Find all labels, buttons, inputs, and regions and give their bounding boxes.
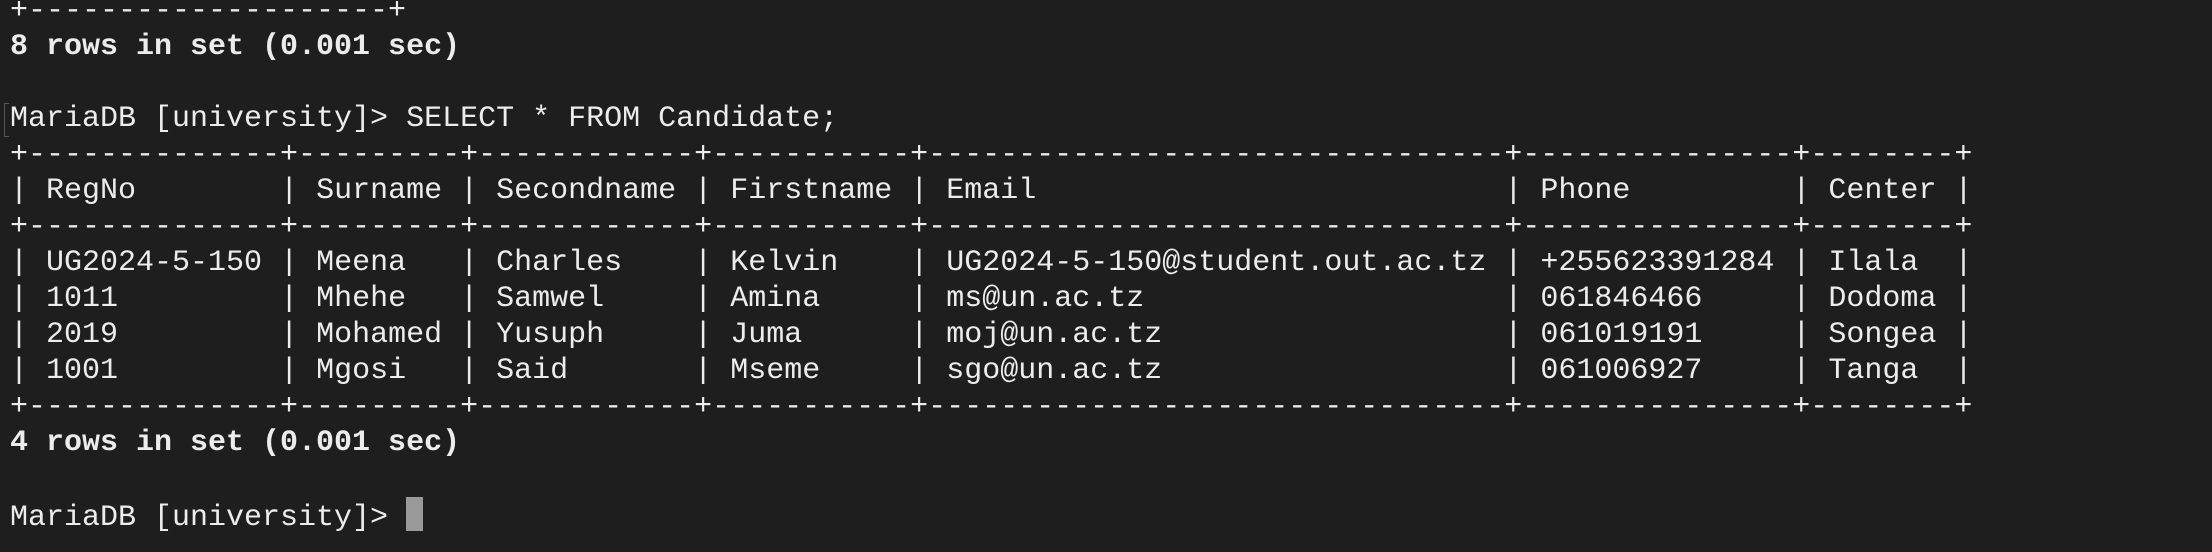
table-cell: UG2024-5-150@student.out.ac.tz: [928, 246, 1505, 280]
table-cell: Mohamed: [298, 318, 461, 352]
table-cell: ms@un.ac.tz: [928, 282, 1505, 316]
command-line: MariaDB [university]> SELECT * FROM Cand…: [4, 101, 1972, 137]
terminal-output: +--------------------+ 8 rows in set (0.…: [4, 0, 1972, 535]
table-cell: Meena: [298, 246, 461, 280]
table-cell: UG2024-5-150: [28, 246, 281, 280]
table-row: | 1001 | Mgosi | Said | Mseme | sgo@un.a…: [10, 354, 1973, 388]
column-header: Firstname: [712, 174, 911, 208]
table-cell: Yusuph: [478, 318, 695, 352]
table-cell: +255623391284: [1522, 246, 1793, 280]
prev-table-border: +--------------------+: [10, 0, 407, 28]
table-cell: Mseme: [712, 354, 911, 388]
column-header: Secondname: [478, 174, 695, 208]
table-cell: Songea: [1810, 318, 1955, 352]
table-cell: Charles: [478, 246, 695, 280]
table-cell: Mgosi: [298, 354, 461, 388]
prompt: MariaDB [university]>: [10, 501, 407, 535]
table-row: | UG2024-5-150 | Meena | Charles | Kelvi…: [10, 246, 1973, 280]
table-cell: 1011: [28, 282, 281, 316]
table-cell: Said: [478, 354, 695, 388]
cursor[interactable]: [406, 497, 424, 531]
column-header: Phone: [1522, 174, 1793, 208]
command-text: SELECT * FROM Candidate;: [406, 102, 839, 136]
table-cell: Mhehe: [298, 282, 461, 316]
table-cell: sgo@un.ac.tz: [928, 354, 1505, 388]
column-header: Center: [1810, 174, 1955, 208]
table-cell: Tanga: [1810, 354, 1955, 388]
table-cell: 1001: [28, 354, 281, 388]
table-cell: Ilala: [1810, 246, 1955, 280]
table-border: +--------------+---------+------------+-…: [10, 390, 1973, 424]
input-line[interactable]: MariaDB [university]>: [10, 497, 1972, 535]
table-cell: Samwel: [478, 282, 695, 316]
table-cell: Kelvin: [712, 246, 911, 280]
table-cell: Juma: [712, 318, 911, 352]
column-header: RegNo: [28, 174, 281, 208]
table-row: | 2019 | Mohamed | Yusuph | Juma | moj@u…: [10, 318, 1973, 352]
table-cell: Dodoma: [1810, 282, 1955, 316]
result-table: +--------------+---------+------------+-…: [10, 137, 1972, 425]
table-cell: 061006927: [1522, 354, 1793, 388]
table-cell: Amina: [712, 282, 911, 316]
table-border: +--------------+---------+------------+-…: [10, 210, 1973, 244]
table-cell: 061019191: [1522, 318, 1793, 352]
prev-result-status: 8 rows in set (0.001 sec): [10, 30, 461, 64]
table-cell: moj@un.ac.tz: [928, 318, 1505, 352]
table-header: | RegNo | Surname | Secondname | Firstna…: [10, 174, 1973, 208]
table-cell: 061846466: [1522, 282, 1793, 316]
prompt: MariaDB [university]>: [10, 102, 407, 136]
table-cell: 2019: [28, 318, 281, 352]
result-status: 4 rows in set (0.001 sec): [10, 426, 461, 460]
column-header: Email: [928, 174, 1505, 208]
table-border: +--------------+---------+------------+-…: [10, 138, 1973, 172]
marker-icon: [4, 103, 9, 137]
table-row: | 1011 | Mhehe | Samwel | Amina | ms@un.…: [10, 282, 1973, 316]
column-header: Surname: [298, 174, 461, 208]
